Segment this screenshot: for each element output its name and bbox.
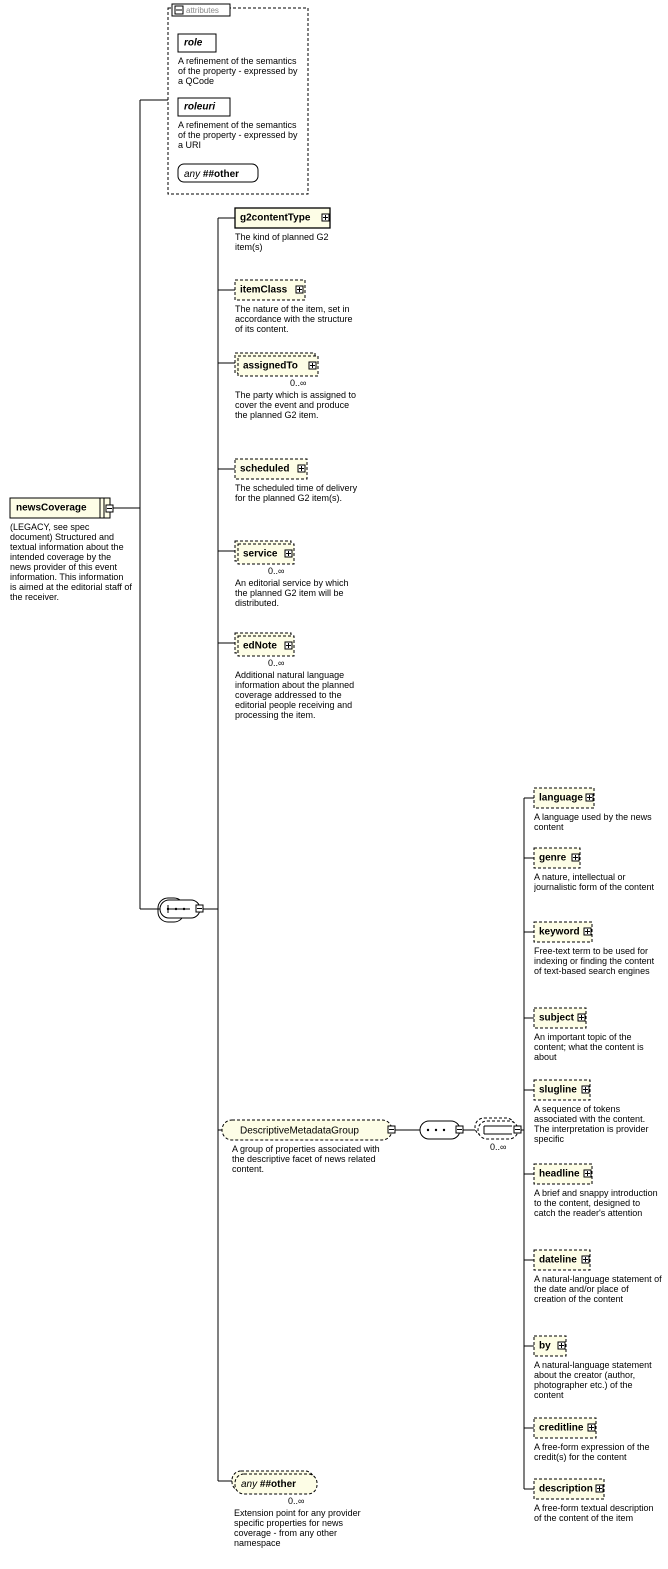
svg-text:0..∞: 0..∞: [268, 658, 284, 668]
svg-text:any ##other: any ##other: [241, 1479, 296, 1490]
node-descriptivemetadatagroup: DescriptiveMetadataGroup A group of prop…: [218, 1120, 395, 1182]
svg-text:edNote: edNote: [243, 641, 277, 652]
svg-text:service: service: [243, 549, 278, 560]
svg-text:g2contentType: g2contentType: [240, 213, 311, 224]
node-language: language A language used by the news con…: [524, 788, 660, 838]
attr-roleuri-label: roleuri: [184, 102, 215, 113]
svg-text:subject: subject: [539, 1013, 575, 1024]
node-itemclass: itemClass The nature of the item, set in…: [218, 280, 357, 342]
node-scheduled: scheduled The scheduled time of delivery…: [218, 459, 363, 521]
node-label: newsCoverage: [16, 503, 87, 514]
svg-text:0..∞: 0..∞: [288, 1496, 304, 1506]
node-dateline: dateline A natural-language statement of…: [524, 1250, 662, 1322]
sequence-compositor-dmg-outer: [420, 1121, 463, 1139]
svg-text:creditline: creditline: [539, 1423, 584, 1434]
sequence-compositor-main: [140, 508, 203, 922]
svg-text:genre: genre: [539, 853, 567, 864]
node-ednote: edNote 0..∞ Additional natural language …: [218, 633, 363, 740]
svg-text:0..∞: 0..∞: [268, 566, 284, 576]
svg-text:DescriptiveMetadataGroup: DescriptiveMetadataGroup: [240, 1126, 359, 1137]
schema-diagram: newsCoverage (LEGACY, see spec document)…: [0, 0, 668, 1569]
attr-role-desc: A refinement of the semantics of the pro…: [178, 56, 302, 86]
attr-role-label: role: [184, 38, 203, 49]
node-description: description A free-form textual descript…: [524, 1479, 662, 1541]
svg-text:itemClass: itemClass: [240, 285, 288, 296]
svg-text:language: language: [539, 793, 583, 804]
node-keyword: keyword Free-text term to be used for in…: [524, 922, 662, 996]
svg-text:assignedTo: assignedTo: [243, 361, 298, 372]
node-headline: headline A brief and snappy introduction…: [524, 1164, 662, 1236]
svg-text:0..∞: 0..∞: [290, 378, 306, 388]
node-g2contenttype: g2contentType The kind of planned G2 ite…: [218, 208, 355, 258]
node-assignedto: assignedTo 0..∞ The party which is assig…: [218, 353, 363, 438]
svg-text:by: by: [539, 1341, 551, 1352]
svg-text:keyword: keyword: [539, 927, 580, 938]
node-newscoverage: newsCoverage: [10, 498, 113, 518]
node-subject: subject An important topic of the conten…: [524, 1008, 660, 1068]
attributes-header-label: attributes: [186, 6, 219, 15]
node-any-other: any ##other 0..∞ Extension point for any…: [218, 1471, 362, 1558]
node-desc: (LEGACY, see spec document) Structured a…: [10, 522, 132, 602]
svg-text:headline: headline: [539, 1169, 580, 1180]
node-genre: genre A nature, intellectual or journali…: [524, 848, 660, 908]
node-by: by A natural-language statement about th…: [524, 1336, 662, 1408]
node-creditline: creditline A free-form expression of the…: [524, 1418, 662, 1468]
choice-compositor-dmg: 0..∞: [475, 1118, 521, 1152]
svg-text:description: description: [539, 1484, 593, 1495]
attr-any-label: any ##other: [184, 169, 239, 180]
svg-text:scheduled: scheduled: [240, 464, 289, 475]
svg-text:dateline: dateline: [539, 1255, 577, 1266]
node-slugline: slugline A sequence of tokens associated…: [524, 1080, 662, 1152]
svg-text:slugline: slugline: [539, 1085, 577, 1096]
svg-text:0..∞: 0..∞: [490, 1142, 506, 1152]
attr-roleuri-desc: A refinement of the semantics of the pro…: [178, 120, 302, 150]
node-service: service 0..∞ An editorial service by whi…: [218, 541, 363, 616]
